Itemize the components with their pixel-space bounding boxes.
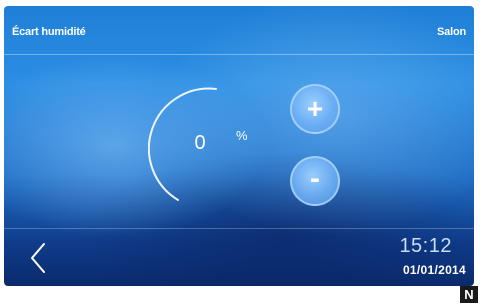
room-label: Salon <box>437 26 466 38</box>
increase-button[interactable]: + <box>290 84 340 134</box>
minus-icon: - <box>310 162 320 195</box>
footer-divider <box>4 228 474 229</box>
clock-date: 01/01/2014 <box>402 263 466 277</box>
brand-badge: N <box>460 286 478 303</box>
chevron-left-icon <box>31 243 45 273</box>
gauge-unit: % <box>236 128 248 143</box>
gauge-value: 0 <box>194 132 206 154</box>
clock-time: 15:12 <box>399 235 452 257</box>
decrease-button[interactable]: - <box>290 156 340 206</box>
page-title: Écart humidité <box>12 26 86 38</box>
touch-screen: Écart humidité Salon 0 % + - 15:12 01/01… <box>4 6 474 286</box>
plus-icon: + <box>306 93 324 124</box>
device-frame: Écart humidité Salon 0 % + - 15:12 01/01… <box>0 0 484 304</box>
back-button[interactable] <box>24 238 54 278</box>
header-divider <box>4 54 474 55</box>
